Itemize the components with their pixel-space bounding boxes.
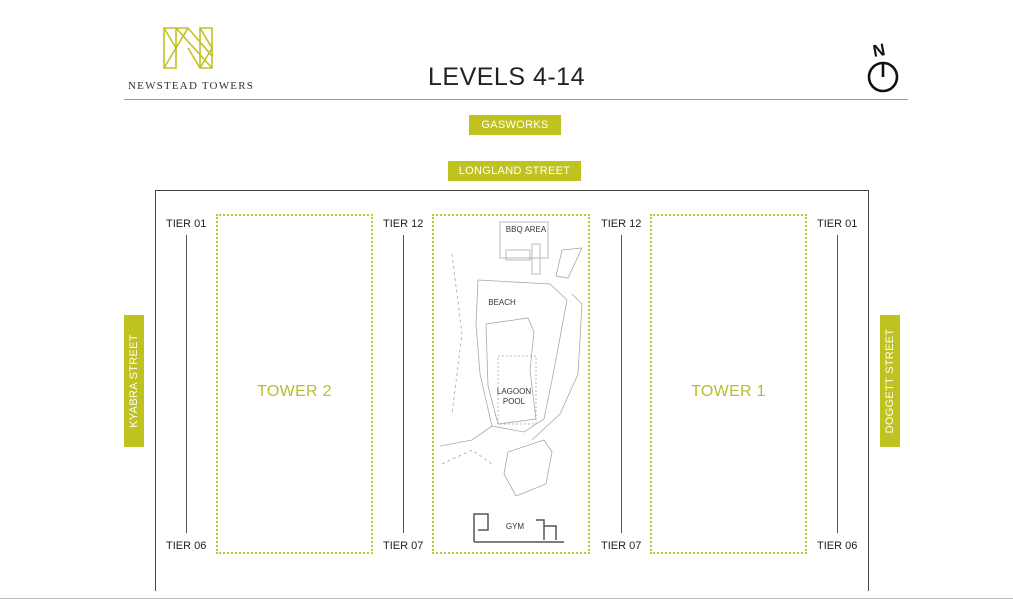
tier-label-far-right-top: TIER 01: [817, 218, 858, 230]
bbq-bench-1: [505, 249, 531, 261]
tier-label-far-right-bottom: TIER 06: [817, 540, 858, 552]
tier-label-far-left-bottom: TIER 06: [166, 540, 207, 552]
amenity-label-pool: LAGOON POOL: [492, 387, 536, 407]
tier-label-far-left-top: TIER 01: [166, 218, 207, 230]
tower-1-label: TOWER 1: [691, 383, 766, 400]
page-title: LEVELS 4-14: [428, 63, 585, 91]
street-label-doggett: DOGGETT STREET: [880, 315, 900, 447]
tier-label-mid-right-top: TIER 12: [601, 218, 642, 230]
tier-label-mid-left-top: TIER 12: [383, 218, 424, 230]
tier-line-mid-right: [621, 235, 622, 533]
street-label-longland: LONGLAND STREET: [448, 161, 581, 181]
garden-bed-2: [531, 293, 583, 441]
header-divider: [124, 99, 908, 100]
tier-label-mid-left-bottom: TIER 07: [383, 540, 424, 552]
amenity-label-gym: GYM: [505, 522, 525, 531]
courtyard-plan-drawing: [439, 221, 583, 543]
tier-line-far-left: [186, 235, 187, 533]
gym-wall-4: [544, 525, 557, 540]
gym-wall-3: [536, 519, 545, 540]
amenity-label-beach: BEACH: [488, 298, 516, 307]
gym-wall-1: [473, 513, 489, 542]
amenity-label-pool-line1: LAGOON: [496, 387, 532, 396]
street-label-kyabra: KYABRA STREET: [124, 315, 144, 447]
tower-2-label: TOWER 2: [257, 383, 332, 400]
street-label-kyabra-text: KYABRA STREET: [128, 334, 140, 428]
lawn-area: [503, 439, 553, 497]
street-label-doggett-text: DOGGETT STREET: [884, 328, 896, 434]
amenity-label-bbq: BBQ AREA: [505, 225, 547, 234]
street-label-gasworks: GASWORKS: [469, 115, 561, 135]
bbq-path: [555, 247, 583, 279]
tier-line-far-right: [837, 235, 838, 533]
north-compass-icon: [867, 61, 899, 93]
pool-outline: [485, 317, 537, 425]
walkway: [441, 449, 493, 465]
garden-path: [451, 253, 463, 415]
compass: N: [866, 40, 902, 94]
tier-label-mid-right-bottom: TIER 07: [601, 540, 642, 552]
tier-line-mid-left: [403, 235, 404, 533]
garden-bed-1: [439, 425, 493, 447]
amenity-label-pool-line2: POOL: [502, 397, 526, 406]
bbq-bench-2: [531, 243, 541, 275]
